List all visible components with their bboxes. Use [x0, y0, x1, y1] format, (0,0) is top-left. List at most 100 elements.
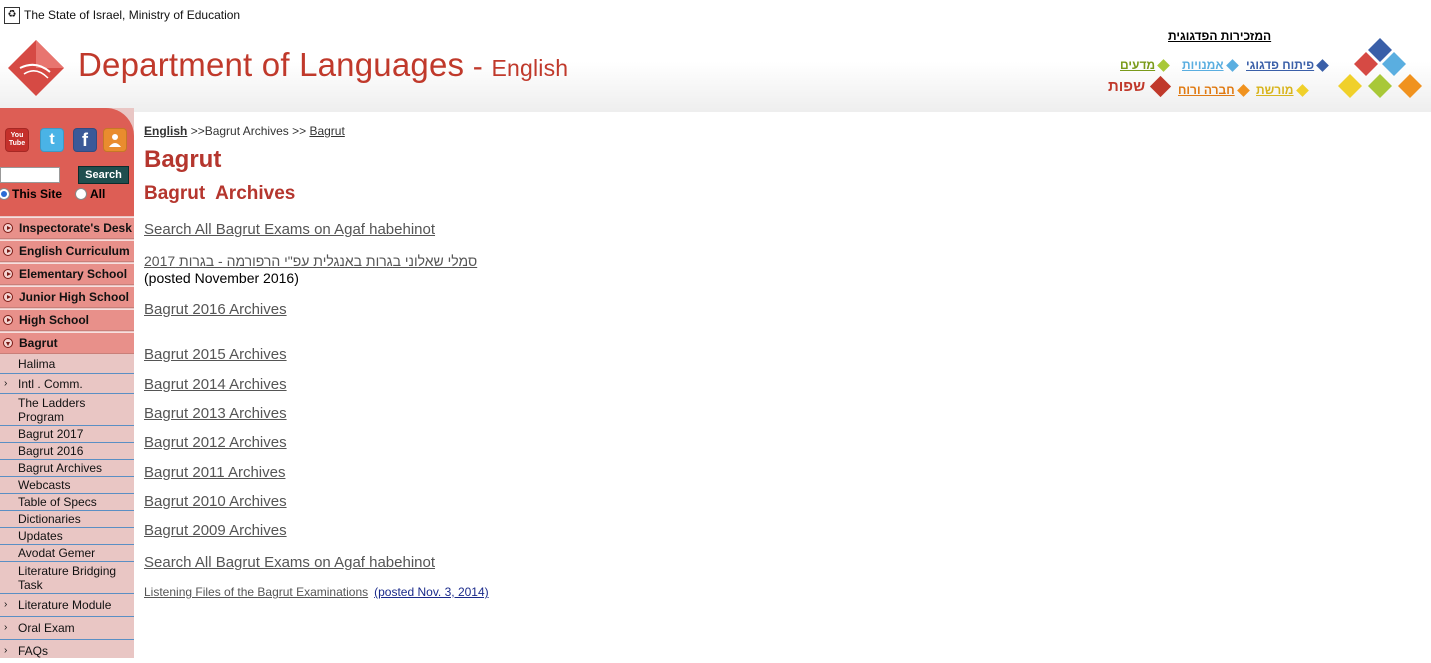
facebook-icon[interactable]: f: [73, 128, 97, 152]
subnav-label: Avodat Gemer: [18, 546, 96, 560]
header-link-label: חברה ורוח: [1178, 83, 1235, 97]
search-input[interactable]: [0, 167, 60, 183]
bagrut-subnav: Halima › Intl . Comm. The Ladders Program…: [0, 354, 134, 663]
diamond-icon: [1316, 58, 1329, 72]
subnav-label: FAQs: [18, 644, 49, 658]
state-emblem-icon: ♻: [4, 6, 20, 24]
subnav-label: Table of Specs: [18, 495, 97, 509]
header-link-society[interactable]: חברה ורוח: [1178, 83, 1250, 97]
header-link-arts[interactable]: אמנויות: [1182, 58, 1239, 72]
chevron-right-icon: ›: [4, 622, 8, 633]
nav-item-inspectorates-desk[interactable]: Inspectorate's Desk: [0, 217, 134, 239]
expand-circle-icon: [3, 269, 13, 279]
nav-item-elementary-school[interactable]: Elementary School: [0, 263, 134, 285]
subnav-item-dictionaries[interactable]: Dictionaries: [0, 511, 134, 528]
archive-link-2015[interactable]: Bagrut 2015 Archives: [144, 346, 287, 363]
subnav-label: Dictionaries: [18, 512, 81, 526]
subnav-item-literature-bridging-task[interactable]: Literature Bridging Task: [0, 562, 134, 594]
header-link-label: פיתוח פדגוגי: [1246, 58, 1315, 72]
subnav-label: Literature Module: [18, 598, 112, 612]
nav-item-bagrut[interactable]: Bagrut: [0, 332, 134, 354]
subnav-label: The Ladders Program: [18, 396, 86, 424]
header-link-pedagogical-dev[interactable]: פיתוח פדגוגי: [1246, 58, 1329, 72]
breadcrumb-current-link[interactable]: Bagrut: [309, 124, 344, 138]
header-link-label: שפות: [1108, 78, 1146, 95]
search-all-exams-link[interactable]: Search All Bagrut Exams on Agaf habehino…: [144, 221, 435, 238]
subnav-item-bagrut-archives[interactable]: Bagrut Archives: [0, 460, 134, 477]
nav-item-english-curriculum[interactable]: English Curriculum: [0, 240, 134, 262]
pedagogical-secretariat-link[interactable]: המזכירות הפדגוגית: [1168, 29, 1271, 43]
archive-link-2014[interactable]: Bagrut 2014 Archives: [144, 376, 287, 393]
nav-item-label: English Curriculum: [19, 244, 130, 258]
reform-exam-codes-link[interactable]: סמלי שאלוני בגרות באנגלית עפ"י הרפורמה -…: [144, 253, 477, 269]
nav-item-label: Junior High School: [19, 290, 129, 304]
chevron-right-icon: ›: [4, 645, 8, 656]
main-nav: Inspectorate's Desk English Curriculum E…: [0, 217, 134, 354]
subnav-label: Intl . Comm.: [18, 377, 83, 391]
header-link-heritage[interactable]: מורשת: [1256, 83, 1309, 97]
diamond-icon: [1157, 58, 1171, 72]
archive-link-2012[interactable]: Bagrut 2012 Archives: [144, 434, 287, 451]
nav-item-label: High School: [19, 313, 89, 327]
twitter-icon[interactable]: t: [40, 128, 64, 152]
search-button[interactable]: Search: [78, 166, 129, 184]
listening-files-posted-link[interactable]: (posted Nov. 3, 2014): [374, 585, 489, 599]
archive-link-2013[interactable]: Bagrut 2013 Archives: [144, 405, 287, 422]
page-subtitle: Bagrut Archives: [144, 183, 296, 204]
state-line: The State of Israel, Ministry of Educati…: [24, 8, 241, 22]
expand-circle-icon: [3, 246, 13, 256]
archive-link-2009[interactable]: Bagrut 2009 Archives: [144, 522, 287, 539]
breadcrumb-home-link[interactable]: English: [144, 124, 187, 138]
breadcrumb-middle[interactable]: Bagrut Archives: [205, 124, 289, 138]
subnav-item-table-of-specs[interactable]: Table of Specs: [0, 494, 134, 511]
expand-circle-icon: [3, 292, 13, 302]
listening-files-link[interactable]: Listening Files of the Bagrut Examinatio…: [144, 585, 368, 599]
subnav-item-webcasts[interactable]: Webcasts: [0, 477, 134, 494]
nav-item-junior-high-school[interactable]: Junior High School: [0, 286, 134, 308]
archive-link-2010[interactable]: Bagrut 2010 Archives: [144, 493, 287, 510]
subnav-item-bagrut-2016[interactable]: Bagrut 2016: [0, 443, 134, 460]
subnav-item-ladders-program[interactable]: The Ladders Program: [0, 394, 134, 426]
archive-link-2016[interactable]: Bagrut 2016 Archives: [144, 301, 287, 318]
subnav-item-halima[interactable]: Halima: [0, 354, 134, 374]
department-logo-icon[interactable]: [6, 38, 66, 98]
search-all-exams-link-bottom[interactable]: Search All Bagrut Exams on Agaf habehino…: [144, 554, 435, 571]
header-link-languages[interactable]: שפות: [1108, 75, 1172, 98]
subnav-item-updates[interactable]: Updates: [0, 528, 134, 545]
archive-link-2011[interactable]: Bagrut 2011 Archives: [144, 464, 285, 481]
subnav-item-bagrut-2017[interactable]: Bagrut 2017: [0, 426, 134, 443]
chevron-right-icon: ›: [4, 378, 8, 389]
subnav-label: Bagrut Archives: [18, 461, 103, 475]
diamond-icon: [1236, 83, 1250, 97]
sidebar-top-panel: You Tube t f Search This Site All: [0, 108, 134, 216]
header-link-label: אמנויות: [1182, 58, 1224, 72]
subnav-item-literature-module[interactable]: › Literature Module: [0, 594, 134, 617]
contact-icon[interactable]: [103, 128, 127, 152]
radio-this-site[interactable]: [0, 188, 10, 200]
breadcrumb-separator: >>: [190, 124, 205, 138]
youtube-icon[interactable]: You Tube: [5, 128, 29, 152]
radio-this-site-label: This Site: [12, 187, 63, 201]
dept-title-separator: -: [464, 50, 492, 83]
subnav-item-faqs[interactable]: › FAQs: [0, 640, 134, 663]
collapse-circle-icon: [3, 338, 13, 348]
radio-all[interactable]: [75, 188, 87, 200]
dept-title-main: Department of Languages: [78, 46, 465, 83]
subnav-item-avodat-gemer[interactable]: Avodat Gemer: [0, 545, 134, 562]
dept-title-language: English: [491, 55, 569, 81]
subnav-item-intl-comm[interactable]: › Intl . Comm.: [0, 374, 134, 394]
secretariat-mosaic-logo-icon[interactable]: [1334, 38, 1428, 110]
subnav-label: Updates: [18, 529, 63, 543]
header-link-label: מורשת: [1256, 83, 1294, 97]
department-title[interactable]: Department of Languages - English: [78, 46, 568, 84]
nav-item-label: Bagrut: [19, 336, 58, 350]
subnav-label: Oral Exam: [18, 621, 75, 635]
header-link-sciences[interactable]: מדעים: [1120, 58, 1171, 72]
radio-all-label: All: [90, 187, 106, 201]
nav-item-high-school[interactable]: High School: [0, 309, 134, 331]
state-bar: ♻ The State of Israel, Ministry of Educa…: [4, 6, 240, 24]
subnav-item-oral-exam[interactable]: › Oral Exam: [0, 617, 134, 640]
subnav-label: Bagrut 2016: [18, 444, 84, 458]
subnav-label: Literature Bridging Task: [18, 564, 117, 592]
diamond-icon: [1295, 83, 1309, 97]
